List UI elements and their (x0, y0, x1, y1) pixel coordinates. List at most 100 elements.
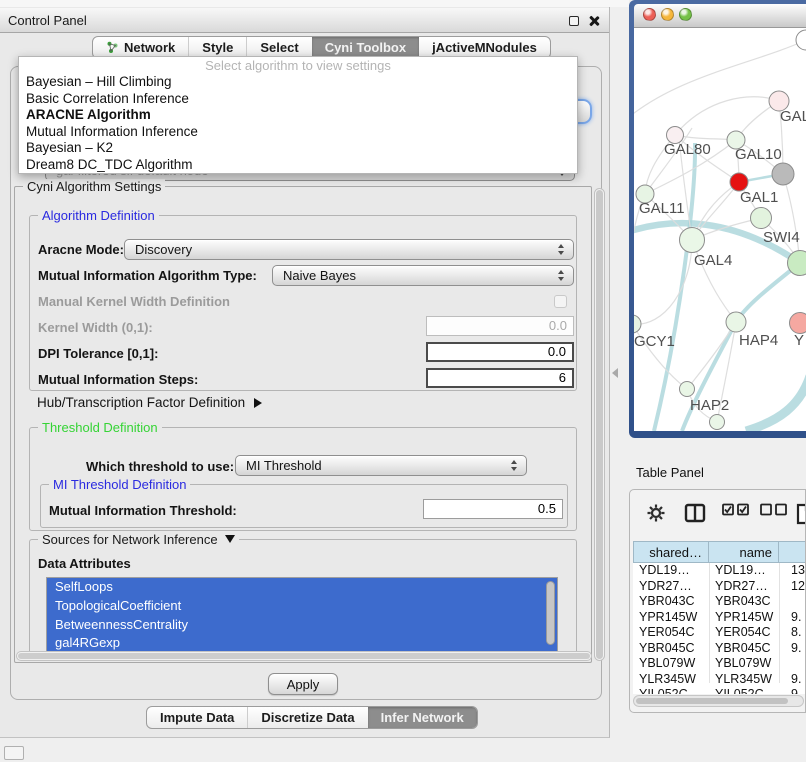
algorithm-option-aracne-algorithm[interactable]: ARACNE Algorithm (19, 107, 577, 124)
mi-steps-field[interactable]: 6 (426, 368, 574, 388)
table-cell: 13 (779, 563, 806, 579)
network-node-label: GAL1 (740, 189, 778, 206)
column-header-shared[interactable]: shared… (633, 541, 709, 563)
table-cell: YPR145W (633, 610, 709, 626)
dpi-tolerance-field[interactable]: 0.0 (426, 342, 574, 362)
table-row[interactable]: YDR27…YDR27…12 (633, 579, 806, 595)
tab-select[interactable]: Select (246, 37, 311, 58)
table-cell: YIL052C (633, 687, 709, 694)
algorithm-option-basic-correlation-inference[interactable]: Basic Correlation Inference (19, 91, 577, 108)
which-threshold-combobox[interactable]: MI Threshold (235, 455, 527, 476)
hide-columns-icon[interactable] (760, 503, 787, 522)
attribute-item-selfloops[interactable]: SelfLoops (47, 578, 557, 597)
scrollbar-thumb[interactable] (596, 190, 603, 659)
float-icon[interactable] (569, 16, 579, 26)
show-columns-icon[interactable] (722, 503, 749, 522)
network-node[interactable] (680, 382, 695, 397)
network-node[interactable] (634, 315, 641, 333)
tab-cyni-toolbox[interactable]: Cyni Toolbox (312, 37, 419, 58)
splitter-grip[interactable] (612, 368, 618, 378)
table-cell: YDL19… (633, 563, 709, 579)
table-row[interactable]: YIL052CYIL052C9 (633, 687, 806, 694)
bottom-left-widget[interactable] (4, 746, 24, 760)
tab-infer-network[interactable]: Infer Network (368, 707, 477, 728)
tab-label: Style (202, 40, 233, 55)
new-table-icon[interactable] (796, 503, 806, 530)
hub-definition-toggle[interactable]: Hub/Transcription Factor Definition (37, 395, 262, 410)
table-row[interactable]: YDL19…YDL19…13 (633, 563, 806, 579)
settings-vertical-scrollbar[interactable] (594, 188, 605, 661)
table-cell: 12 (779, 579, 806, 595)
zoom-light[interactable] (679, 8, 692, 21)
table-cell: YBR043C (709, 594, 779, 610)
network-window-titlebar[interactable] (634, 4, 806, 28)
network-node[interactable] (751, 208, 772, 229)
tab-discretize-data[interactable]: Discretize Data (247, 707, 367, 728)
table-row[interactable]: YBR045CYBR045C9. (633, 641, 806, 657)
algorithm-option-bayesian-k2[interactable]: Bayesian – K2 (19, 140, 577, 157)
attribute-item-topologicalcoefficient[interactable]: TopologicalCoefficient (47, 597, 557, 616)
sources-group: Sources for Network Inference Data Attri… (29, 539, 577, 657)
scrollbar-thumb[interactable] (636, 698, 788, 704)
algorithm-option-mutual-information-inference[interactable]: Mutual Information Inference (19, 124, 577, 141)
tab-impute-data[interactable]: Impute Data (147, 707, 247, 728)
mi-threshold-group: MI Threshold Definition Mutual Informati… (40, 484, 568, 528)
network-edge (746, 376, 806, 431)
column-header-3[interactable] (779, 541, 806, 563)
algorithm-option-bayesian-hill-climbing[interactable]: Bayesian – Hill Climbing (19, 74, 577, 91)
attribute-item-betweennesscentrality[interactable]: BetweennessCentrality (47, 616, 557, 635)
aracne-mode-value: Discovery (125, 242, 553, 257)
table-cell (779, 656, 806, 672)
table-cell: YLR345W (709, 672, 779, 688)
table-cell: 8. (779, 625, 806, 641)
mi-threshold-field[interactable]: 0.5 (423, 499, 563, 519)
network-window: GALGAL80GAL10GAL1GAL11SWI4GAL4GCY1HAP4YH… (629, 0, 806, 438)
settings-horizontal-scrollbar[interactable] (16, 651, 592, 661)
network-node[interactable] (772, 163, 794, 185)
column-layout-icon[interactable] (684, 503, 706, 528)
table-panel: shared…name YDL19…YDL19…13YDR27…YDR27…12… (629, 489, 806, 713)
table-cell: YDL19… (709, 563, 779, 579)
panel-title: Control Panel (8, 13, 87, 28)
table-horizontal-scrollbar[interactable] (633, 695, 804, 707)
network-node[interactable] (796, 30, 806, 50)
aracne-mode-combobox[interactable]: Discovery (124, 239, 574, 260)
table-row[interactable]: YLR345WYLR345W9. (633, 672, 806, 688)
list-scrollbar-thumb[interactable] (546, 581, 555, 645)
aracne-mode-label: Aracne Mode: (38, 242, 124, 257)
tab-label: Select (260, 40, 298, 55)
network-node[interactable] (790, 313, 806, 334)
tab-jactivemnodules[interactable]: jActiveMNodules (419, 37, 550, 58)
sources-title: Sources for Network Inference (42, 532, 218, 547)
column-header-name[interactable]: name (709, 541, 779, 563)
settings-gear-icon[interactable] (646, 503, 666, 528)
mi-algorithm-type-combobox[interactable]: Naive Bayes (272, 265, 574, 286)
tab-style[interactable]: Style (188, 37, 246, 58)
algorithm-option-dream8-dc-tdc-algorithm[interactable]: Dream8 DC_TDC Algorithm (19, 157, 577, 174)
kernel-width-label: Kernel Width (0,1): (38, 320, 153, 335)
table-row[interactable]: YER054CYER054C8. (633, 625, 806, 641)
attribute-item-gal4rgexp[interactable]: gal4RGexp (47, 634, 557, 652)
tab-label: Impute Data (160, 710, 234, 725)
tab-network[interactable]: Network (93, 37, 188, 58)
network-node[interactable] (710, 415, 725, 430)
table-row[interactable]: YBL079WYBL079W (633, 656, 806, 672)
expand-arrow-icon (254, 398, 262, 408)
minimize-light[interactable] (661, 8, 674, 21)
control-panel-titlebar: Control Panel (0, 8, 609, 33)
cyni-algorithm-settings: Cyni Algorithm Settings Algorithm Defini… (14, 186, 592, 663)
scrollbar-thumb[interactable] (18, 653, 590, 659)
apply-button[interactable]: Apply (268, 673, 338, 695)
table-cell (779, 594, 806, 610)
close-icon[interactable] (588, 15, 600, 27)
network-node[interactable] (680, 228, 705, 253)
network-node[interactable] (726, 312, 746, 332)
data-attributes-list: SelfLoopsTopologicalCoefficientBetweenne… (46, 577, 558, 652)
algorithm-dropdown-popup: Select algorithm to view settings Bayesi… (18, 56, 578, 174)
table-header-row: shared…name (633, 541, 806, 563)
table-row[interactable]: YBR043CYBR043C (633, 594, 806, 610)
table-row[interactable]: YPR145WYPR145W9. (633, 610, 806, 626)
close-light[interactable] (643, 8, 656, 21)
mi-algorithm-type-value: Naive Bayes (273, 268, 553, 283)
network-canvas[interactable]: GALGAL80GAL10GAL1GAL11SWI4GAL4GCY1HAP4YH… (634, 28, 806, 431)
